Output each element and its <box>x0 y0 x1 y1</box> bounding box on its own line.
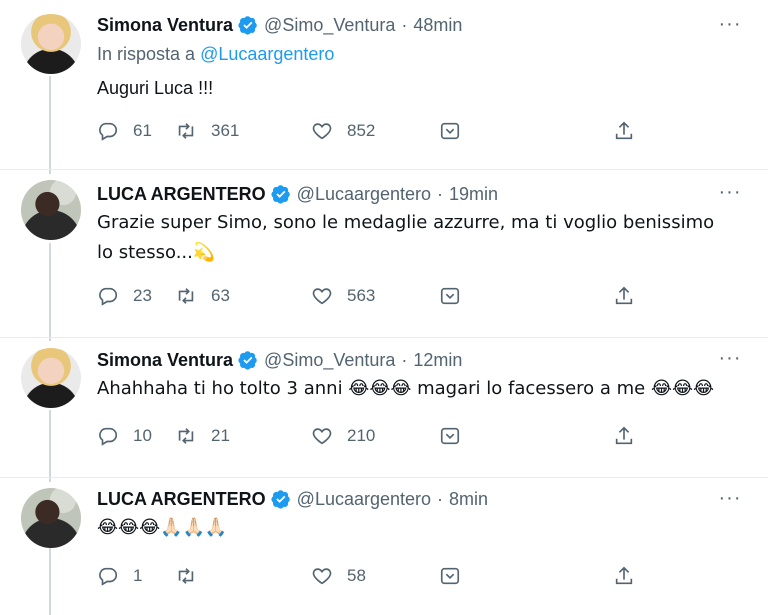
heart-icon <box>311 565 333 587</box>
author-name[interactable]: LUCA ARGENTERO <box>97 184 266 205</box>
reply-icon <box>97 285 119 307</box>
reaction-icon <box>439 285 461 307</box>
reaction-button[interactable] <box>439 562 461 590</box>
reply-icon <box>97 120 119 142</box>
tweet-actions: 10 21 210 <box>97 422 647 450</box>
separator-dot: · <box>401 14 408 35</box>
retweet-icon <box>175 565 197 587</box>
like-count: 563 <box>347 286 376 305</box>
reply-count: 61 <box>133 121 152 140</box>
retweet-icon <box>175 425 197 447</box>
verified-badge-icon <box>271 489 291 509</box>
share-button[interactable] <box>613 117 635 145</box>
tweet-thread: Simona Ventura @Simo_Ventura · 48min ···… <box>0 0 768 615</box>
share-icon <box>613 565 635 587</box>
retweet-button[interactable]: 361 <box>175 117 239 145</box>
heart-icon <box>311 285 333 307</box>
reply-context: In risposta a @Lucaargentero <box>97 44 334 65</box>
separator-dot: · <box>437 488 444 509</box>
tweet-header: LUCA ARGENTERO @Lucaargentero · 19min <box>97 181 498 207</box>
reply-button[interactable]: 23 <box>97 282 152 310</box>
retweet-icon <box>175 120 197 142</box>
reply-count: 10 <box>133 426 152 445</box>
separator-dot: · <box>401 349 408 370</box>
tweet[interactable]: LUCA ARGENTERO @Lucaargentero · 19min ··… <box>0 170 768 338</box>
share-icon <box>613 120 635 142</box>
retweet-button[interactable]: 63 <box>175 282 230 310</box>
author-name[interactable]: LUCA ARGENTERO <box>97 489 266 510</box>
tweet-header: LUCA ARGENTERO @Lucaargentero · 8min <box>97 486 488 512</box>
tweet-time[interactable]: 12min <box>413 350 462 371</box>
reply-icon <box>97 565 119 587</box>
more-icon[interactable]: ··· <box>718 13 742 35</box>
reply-button[interactable]: 1 <box>97 562 142 590</box>
like-button[interactable]: 58 <box>311 562 366 590</box>
reply-mention-link[interactable]: @Lucaargentero <box>200 44 334 64</box>
author-handle[interactable]: @Lucaargentero <box>297 184 431 205</box>
reaction-button[interactable] <box>439 422 461 450</box>
avatar[interactable] <box>21 14 81 74</box>
reply-count: 1 <box>133 566 143 585</box>
reply-button[interactable]: 61 <box>97 117 152 145</box>
retweet-count: 63 <box>211 286 230 305</box>
heart-icon <box>311 425 333 447</box>
author-handle[interactable]: @Simo_Ventura <box>264 350 395 371</box>
retweet-count: 21 <box>211 426 230 445</box>
heart-icon <box>311 120 333 142</box>
reply-count: 23 <box>133 286 152 305</box>
more-icon[interactable]: ··· <box>718 347 742 369</box>
tweet[interactable]: LUCA ARGENTERO @Lucaargentero · 8min ···… <box>0 478 768 615</box>
more-icon[interactable]: ··· <box>718 181 742 203</box>
retweet-button[interactable]: 21 <box>175 422 230 450</box>
author-handle[interactable]: @Simo_Ventura <box>264 15 395 36</box>
tweet[interactable]: Simona Ventura @Simo_Ventura · 12min ···… <box>0 338 768 478</box>
like-button[interactable]: 563 <box>311 282 375 310</box>
verified-badge-icon <box>271 184 291 204</box>
retweet-count: 361 <box>211 121 240 140</box>
share-icon <box>613 425 635 447</box>
tweet-header: Simona Ventura @Simo_Ventura · 12min <box>97 347 462 373</box>
tweet-actions: 1 58 <box>97 562 647 590</box>
tweet-time[interactable]: 8min <box>449 489 488 510</box>
tweet[interactable]: Simona Ventura @Simo_Ventura · 48min ···… <box>0 0 768 170</box>
like-count: 58 <box>347 566 366 585</box>
author-name[interactable]: Simona Ventura <box>97 15 233 36</box>
verified-badge-icon <box>238 350 258 370</box>
tweet-text: 😂😂😂🙏🏻🙏🏻🙏🏻 <box>97 517 228 538</box>
like-button[interactable]: 852 <box>311 117 375 145</box>
tweet-header: Simona Ventura @Simo_Ventura · 48min <box>97 12 462 38</box>
reply-icon <box>97 425 119 447</box>
reaction-icon <box>439 565 461 587</box>
author-name[interactable]: Simona Ventura <box>97 350 233 371</box>
like-count: 210 <box>347 426 376 445</box>
more-icon[interactable]: ··· <box>718 487 742 509</box>
tweet-actions: 61 361 852 <box>97 117 647 145</box>
reaction-button[interactable] <box>439 282 461 310</box>
reaction-icon <box>439 425 461 447</box>
reaction-icon <box>439 120 461 142</box>
reply-prefix: In risposta a <box>97 44 196 64</box>
tweet-time[interactable]: 48min <box>413 15 462 36</box>
tweet-text: Grazie super Simo, sono le medaglie azzu… <box>97 212 715 263</box>
retweet-icon <box>175 285 197 307</box>
like-button[interactable]: 210 <box>311 422 375 450</box>
tweet-actions: 23 63 563 <box>97 282 647 310</box>
tweet-time[interactable]: 19min <box>449 184 498 205</box>
share-icon <box>613 285 635 307</box>
verified-badge-icon <box>238 15 258 35</box>
author-handle[interactable]: @Lucaargentero <box>297 489 431 510</box>
separator-dot: · <box>437 183 444 204</box>
like-count: 852 <box>347 121 376 140</box>
retweet-button[interactable] <box>175 562 211 590</box>
avatar[interactable] <box>21 348 81 408</box>
tweet-text: Ahahhaha ti ho tolto 3 anni 😂😂😂 magari l… <box>97 378 715 399</box>
avatar[interactable] <box>21 488 81 548</box>
share-button[interactable] <box>613 562 635 590</box>
reaction-button[interactable] <box>439 117 461 145</box>
avatar[interactable] <box>21 180 81 240</box>
share-button[interactable] <box>613 422 635 450</box>
reply-button[interactable]: 10 <box>97 422 152 450</box>
tweet-text: Auguri Luca !!! <box>97 78 214 98</box>
share-button[interactable] <box>613 282 635 310</box>
